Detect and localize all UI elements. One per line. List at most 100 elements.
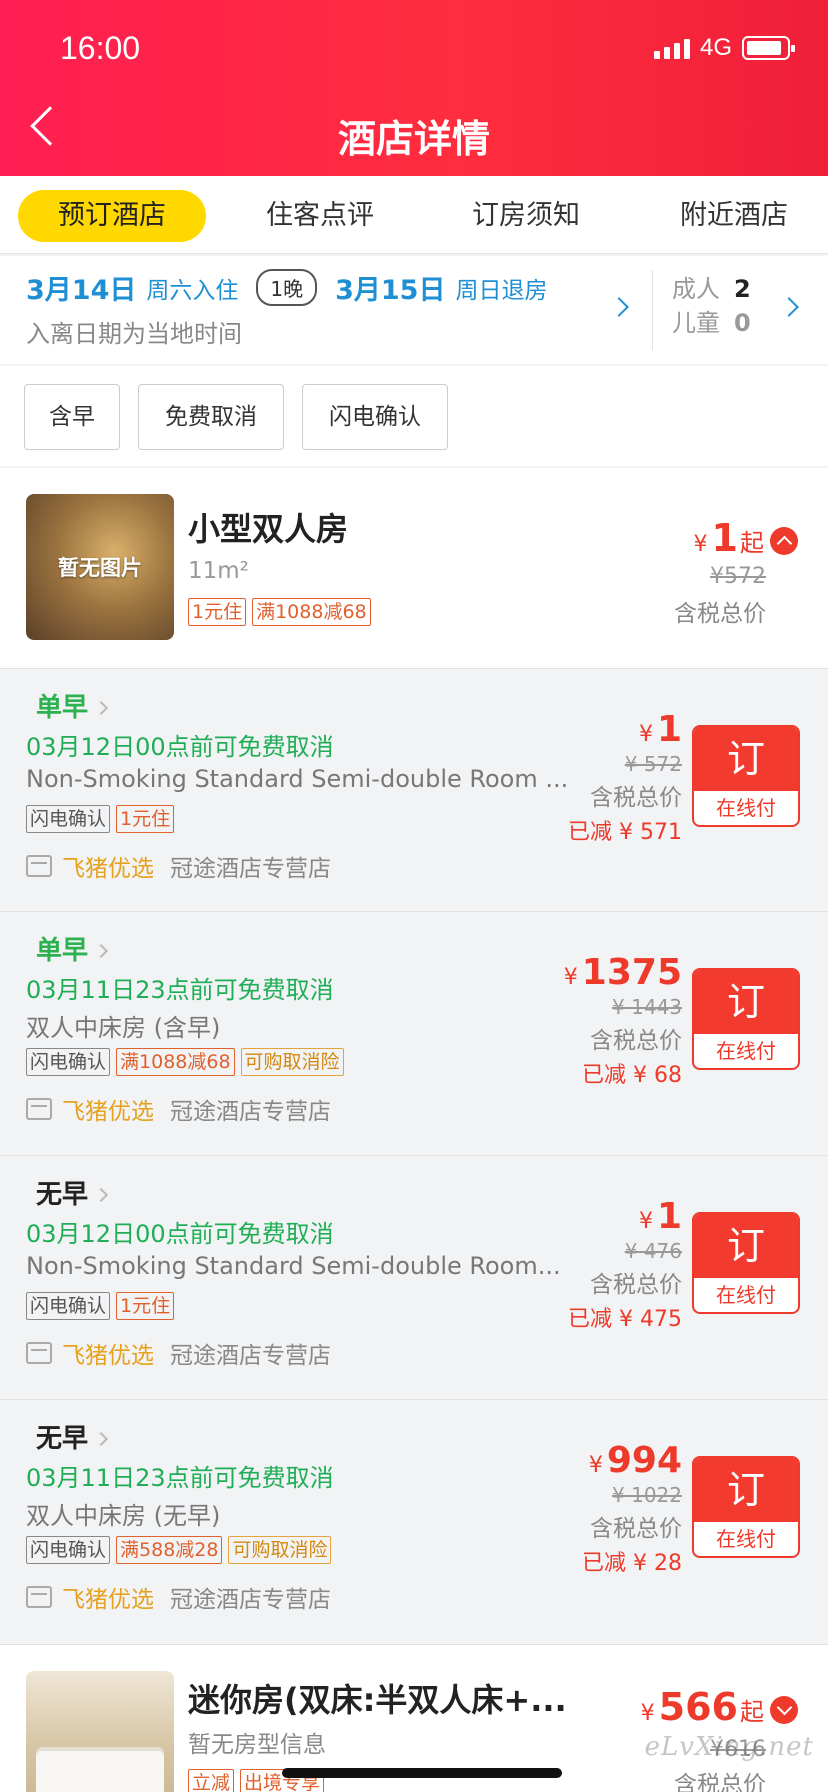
book-button[interactable]: 订 在线付: [692, 968, 800, 1070]
book-label: 订: [694, 970, 798, 1034]
shop-info[interactable]: 飞猪优选 冠途酒店专营店: [26, 849, 331, 883]
rate-name: 双人中床房 (无早): [26, 1502, 221, 1530]
chevron-right-icon[interactable]: [779, 297, 799, 317]
book-button[interactable]: 订 在线付: [692, 1456, 800, 1558]
collapse-icon[interactable]: [770, 527, 798, 555]
status-time: 16:00: [60, 30, 141, 66]
rate-row: 无早 03月12日00点前可免费取消 Non-Smoking Standard …: [0, 1155, 828, 1397]
shop-name: 冠途酒店专营店: [170, 1587, 331, 1613]
tax-label: 含税总价: [590, 1272, 682, 1298]
tag: 立减: [188, 1769, 235, 1792]
tag: 闪电确认: [26, 1048, 111, 1076]
room-image[interactable]: 暂无图片: [26, 494, 174, 640]
tax-label: 含税总价: [590, 1516, 682, 1542]
room-price: ¥ 1 起: [694, 516, 798, 560]
meal-type[interactable]: 单早: [36, 930, 109, 967]
tag: 可购取消险: [228, 1536, 332, 1564]
rate-name: Non-Smoking Standard Semi-double Room...: [26, 1252, 561, 1280]
cancel-policy: 03月12日00点前可免费取消: [26, 1220, 334, 1248]
book-label: 订: [694, 1214, 798, 1278]
rate-tags: 闪电确认 满588减28 可购取消险: [26, 1536, 337, 1564]
guest-selector[interactable]: 成人 2 儿童 0: [672, 272, 751, 340]
tag: 1元住: [188, 598, 247, 626]
original-price: ¥ 1022: [612, 1483, 682, 1507]
tag: 满1088减68: [116, 1048, 235, 1076]
meal-label: 无早: [36, 1180, 89, 1210]
shop-info[interactable]: 飞猪优选 冠途酒店专营店: [26, 1092, 331, 1126]
book-button[interactable]: 订 在线付: [692, 725, 800, 827]
date-note: 入离日期为当地时间: [26, 320, 242, 348]
rate-price: ¥1 ¥ 476 含税总价 已减 ¥ 475: [568, 1196, 682, 1333]
tax-label: 含税总价: [590, 1028, 682, 1054]
saved-amount: 已减 ¥ 68: [582, 1063, 682, 1088]
book-button[interactable]: 订 在线付: [692, 1212, 800, 1314]
tab-booking-notes[interactable]: 订房须知: [456, 190, 596, 242]
meal-type[interactable]: 单早: [36, 687, 109, 724]
price-value: 994: [606, 1440, 682, 1481]
tag: 可购取消险: [240, 1048, 344, 1076]
adult-label: 成人: [672, 275, 720, 303]
filter-free-cancel[interactable]: 免费取消: [138, 384, 284, 450]
nights-badge: 1晚: [256, 269, 318, 306]
filter-breakfast[interactable]: 含早: [24, 384, 120, 450]
shop-name: 冠途酒店专营店: [170, 856, 331, 882]
rate-price: ¥1 ¥ 572 含税总价 已减 ¥ 571: [568, 709, 682, 846]
chevron-right-icon[interactable]: [609, 297, 629, 317]
room-price: ¥ 566 起: [641, 1685, 798, 1729]
shop-brand: 飞猪优选: [62, 1099, 154, 1125]
chevron-right-icon: [93, 700, 109, 716]
rate-name: Non-Smoking Standard Semi-double Room ..…: [26, 765, 569, 793]
rate-tags: 闪电确认 1元住: [26, 805, 180, 833]
tag: 闪电确认: [26, 1536, 111, 1564]
pay-label: 在线付: [716, 1039, 776, 1063]
rate-price: ¥1375 ¥ 1443 含税总价 已减 ¥ 68: [564, 952, 682, 1089]
chevron-right-icon: [93, 943, 109, 959]
chevron-right-icon: [93, 1187, 109, 1203]
shop-info[interactable]: 飞猪优选 冠途酒店专营店: [26, 1580, 331, 1614]
expand-icon[interactable]: [770, 1696, 798, 1724]
original-price: ¥ 1443: [612, 995, 682, 1019]
currency-symbol: ¥: [563, 965, 578, 990]
rate-row: 无早 03月11日23点前可免费取消 双人中床房 (无早) 闪电确认 满588减2…: [0, 1399, 828, 1641]
shop-brand: 飞猪优选: [62, 1343, 154, 1369]
date-selector[interactable]: 3月14日 周六入住 1晚 3月15日 周日退房 入离日期为当地时间 成人 2 儿…: [0, 256, 828, 364]
meal-type[interactable]: 无早: [36, 1418, 109, 1455]
checkin-date: 3月14日: [26, 275, 137, 306]
tab-reviews[interactable]: 住客点评: [250, 190, 390, 242]
no-image-label: 暂无图片: [58, 556, 142, 580]
tax-label: 含税总价: [590, 785, 682, 811]
saved-amount: 已减 ¥ 571: [568, 820, 682, 845]
room-tags: 1元住 满1088减68: [188, 598, 377, 626]
tag: 满1088减68: [252, 598, 371, 626]
checkin-label: 周六入住: [146, 277, 239, 304]
filter-instant-confirm[interactable]: 闪电确认: [302, 384, 448, 450]
room-card[interactable]: 暂无图片 小型双人房 11m² 1元住 满1088减68 ¥ 1 起 ¥572 含…: [0, 468, 828, 668]
watermark: eLvXing.net: [644, 1732, 814, 1762]
meal-type[interactable]: 无早: [36, 1174, 109, 1211]
tax-label: 含税总价: [674, 1772, 766, 1792]
shop-icon: [26, 1342, 52, 1364]
status-icons: 4G: [653, 34, 795, 62]
price-value: 566: [658, 1685, 738, 1729]
rate-tags: 闪电确认 1元住: [26, 1292, 180, 1320]
divider: [652, 270, 653, 350]
price-from-label: 起: [740, 529, 764, 557]
tax-label: 含税总价: [674, 601, 766, 627]
cancel-policy: 03月12日00点前可免费取消: [26, 733, 334, 761]
tab-nearby-hotels[interactable]: 附近酒店: [664, 190, 804, 242]
meal-label: 单早: [36, 936, 89, 966]
checkout-date: 3月15日: [335, 275, 446, 306]
chevron-right-icon: [93, 1431, 109, 1447]
room-image[interactable]: [26, 1671, 174, 1792]
room-size: 11m²: [188, 558, 249, 584]
currency-symbol: ¥: [588, 1453, 603, 1478]
tab-book-hotel[interactable]: 预订酒店: [18, 190, 206, 242]
price-from-label: 起: [740, 1698, 764, 1726]
currency-symbol: ¥: [638, 722, 653, 747]
home-indicator[interactable]: [282, 1768, 562, 1778]
checkout-label: 周日退房: [455, 277, 548, 304]
pay-label: 在线付: [716, 1527, 776, 1551]
shop-info[interactable]: 飞猪优选 冠途酒店专营店: [26, 1336, 331, 1370]
book-label: 订: [694, 727, 798, 791]
room-title: 迷你房(双床:半双人床+...: [188, 1681, 567, 1719]
